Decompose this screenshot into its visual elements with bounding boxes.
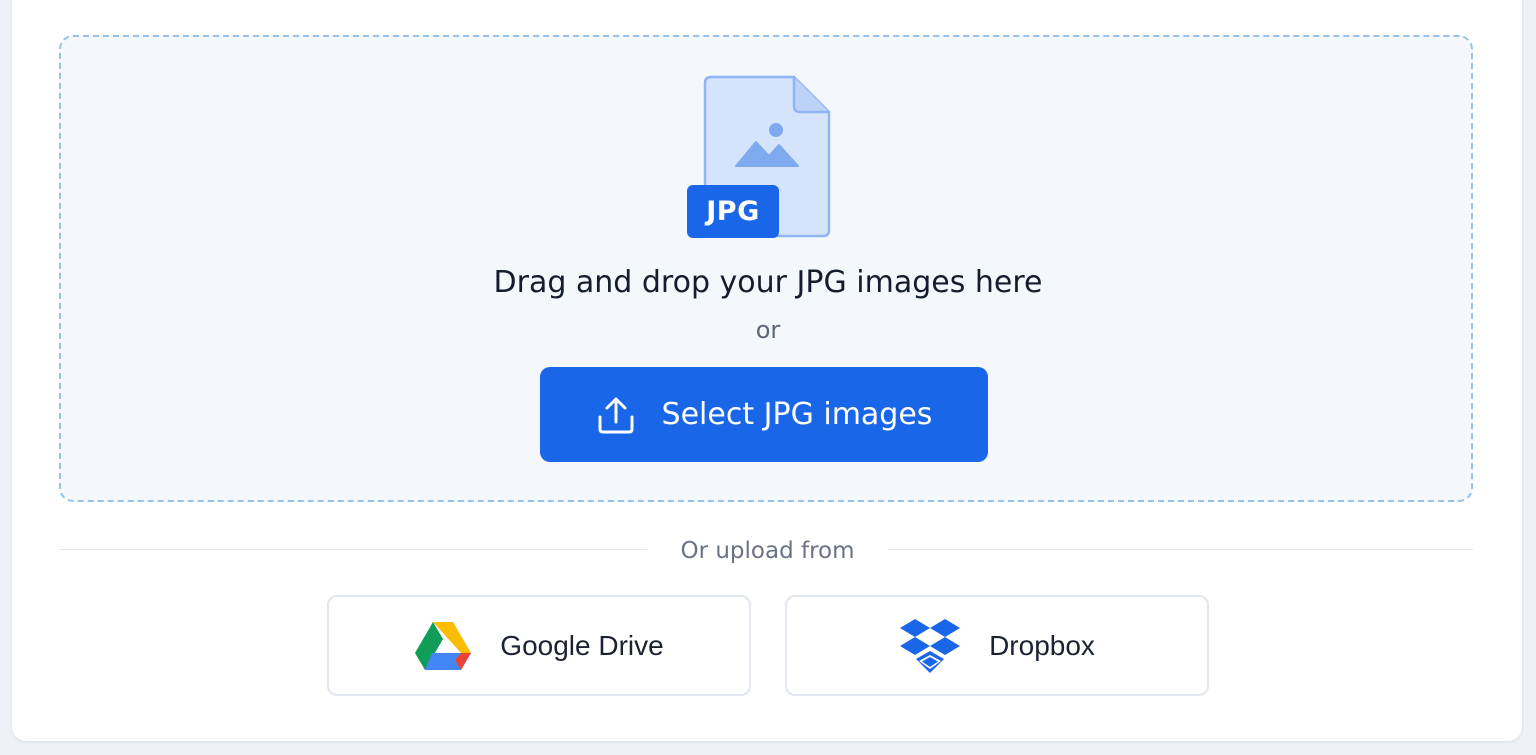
jpg-badge: JPG bbox=[687, 185, 779, 238]
upload-icon bbox=[598, 397, 634, 433]
dropbox-button[interactable]: Dropbox bbox=[785, 595, 1209, 696]
dropbox-icon bbox=[900, 618, 961, 673]
drop-title: Drag and drop your JPG images here bbox=[493, 265, 1043, 300]
google-drive-button[interactable]: Google Drive bbox=[327, 595, 751, 696]
select-button-label: Select JPG images bbox=[661, 397, 933, 432]
select-jpg-images-button[interactable]: Select JPG images bbox=[540, 367, 988, 462]
or-separator-text: or bbox=[755, 316, 781, 344]
dropbox-label: Dropbox bbox=[989, 629, 1095, 661]
upload-from-label: Or upload from bbox=[680, 538, 855, 564]
divider-line-left bbox=[59, 549, 647, 550]
google-drive-label: Google Drive bbox=[500, 629, 664, 661]
divider-line-right bbox=[888, 549, 1473, 550]
google-drive-icon bbox=[415, 621, 472, 670]
